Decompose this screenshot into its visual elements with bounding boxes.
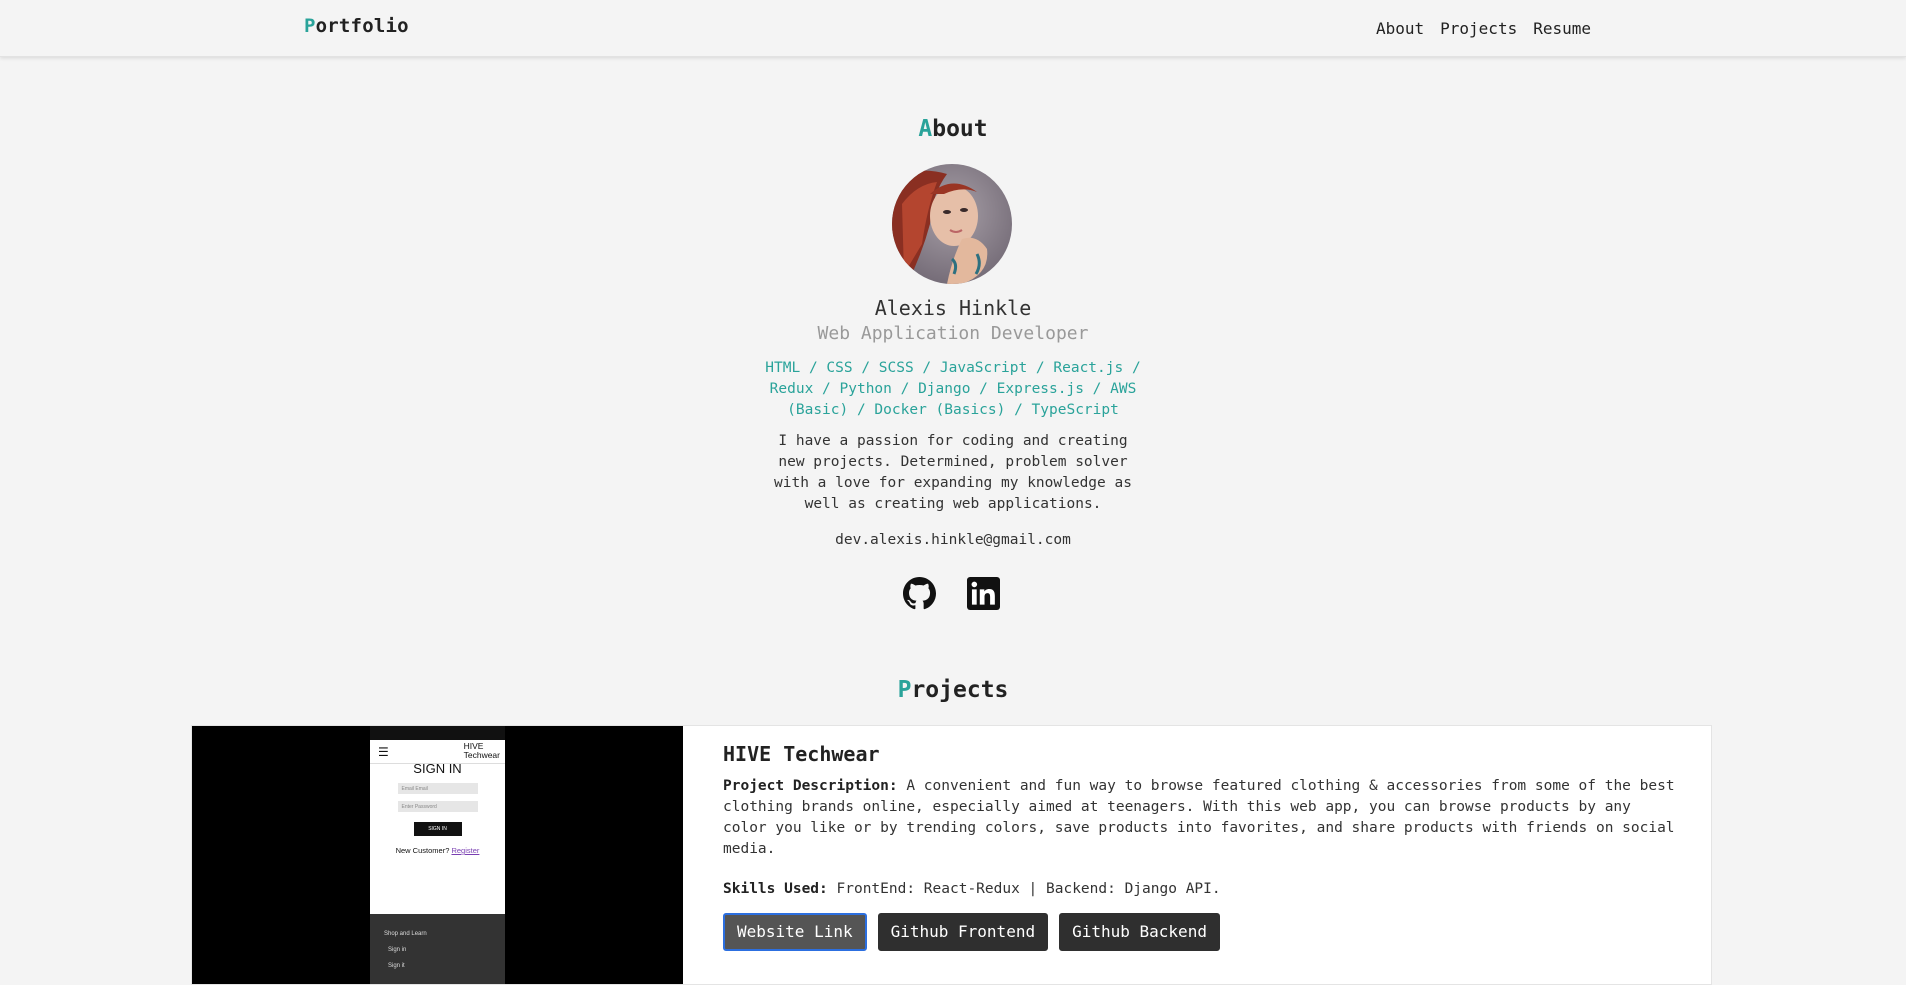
phone-new-customer: New Customer? Register (370, 846, 505, 855)
project-screenshot: ☰ HIVE Techwear SIGN IN Email Email Ente… (192, 726, 683, 984)
project-card: ☰ HIVE Techwear SIGN IN Email Email Ente… (191, 725, 1712, 985)
project-buttons: Website Link Github Frontend Github Back… (723, 913, 1679, 951)
nav-link-resume[interactable]: Resume (1533, 19, 1591, 38)
project-description: Project Description: A convenient and fu… (723, 776, 1679, 860)
github-frontend-button[interactable]: Github Frontend (877, 913, 1049, 951)
nav-links: About Projects Resume (1376, 19, 1591, 38)
phone-mockup: ☰ HIVE Techwear SIGN IN Email Email Ente… (370, 726, 505, 984)
project-info: HIVE Techwear Project Description: A con… (683, 726, 1711, 984)
profile-role: Web Application Developer (817, 323, 1089, 344)
profile-name: Alexis Hinkle (874, 296, 1032, 320)
projects-heading: Projects (0, 677, 1906, 703)
phone-new-customer-text: New Customer? (395, 846, 450, 855)
phone-header: ☰ HIVE Techwear (370, 740, 505, 764)
navbar: Portfolio About Projects Resume (0, 0, 1906, 57)
github-backend-button[interactable]: Github Backend (1059, 913, 1220, 951)
project-skills-text: FrontEnd: React-Redux | Backend: Django … (836, 881, 1221, 897)
avatar (892, 164, 1012, 284)
phone-register-link: Register (451, 846, 480, 855)
phone-email-field: Email Email (397, 783, 478, 794)
github-icon (903, 577, 936, 610)
phone-logo-line2: Techwear (463, 750, 500, 760)
nav-link-about[interactable]: About (1376, 19, 1424, 38)
projects-heading-rest: rojects (911, 677, 1009, 703)
brand-rest: ortfolio (315, 15, 409, 37)
brand-initial: P (304, 15, 316, 37)
phone-signin-button: SIGN IN (413, 822, 462, 836)
projects-heading-initial: P (897, 677, 912, 703)
hamburger-icon: ☰ (378, 745, 389, 759)
phone-logo: HIVE Techwear (464, 742, 500, 760)
bio-text: I have a passion for coding and creating… (774, 433, 1132, 512)
social-links (903, 577, 1000, 610)
about-heading-initial: A (918, 116, 933, 142)
phone-password-field: Enter Password (397, 801, 478, 812)
phone-footer-title: Shop and Learn (384, 931, 427, 937)
linkedin-icon (967, 577, 1000, 610)
github-link[interactable] (903, 577, 936, 610)
about-heading: About (0, 116, 1906, 142)
phone-footer-item: Sign it (388, 963, 405, 969)
project-description-label: Project Description: (723, 778, 898, 794)
project-skills-label: Skills Used: (723, 881, 828, 897)
email-address: dev.alexis.hinkle@gmail.com (835, 532, 1071, 548)
phone-footer: Shop and Learn Sign in Sign it (370, 914, 505, 984)
skills-list: HTML / CSS / SCSS / JavaScript / React.j… (765, 360, 1141, 418)
phone-footer-item: Sign in (388, 947, 407, 953)
project-title: HIVE Techwear (723, 742, 880, 766)
nav-link-projects[interactable]: Projects (1440, 19, 1517, 38)
phone-status-bar (370, 726, 505, 740)
linkedin-link[interactable] (967, 577, 1000, 610)
avatar-photo (892, 164, 1012, 284)
about-heading-rest: bout (932, 116, 988, 142)
brand-logo[interactable]: Portfolio (304, 15, 409, 37)
website-link-button[interactable]: Website Link (723, 913, 867, 951)
project-skills: Skills Used: FrontEnd: React-Redux | Bac… (723, 881, 1679, 897)
